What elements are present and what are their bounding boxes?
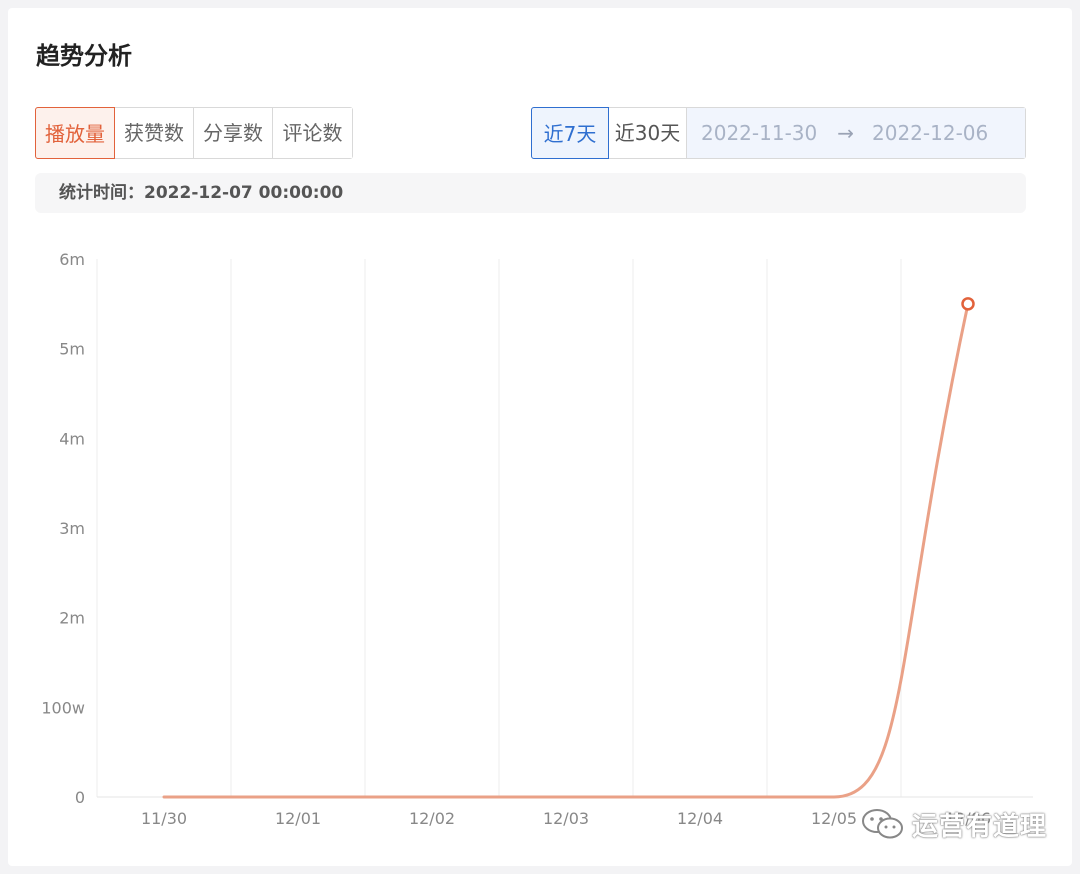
y-tick-label: 3m	[59, 519, 85, 538]
trend-line-chart: 0 100w 2m 3m 4m 5m 6m 11/30 12/01 12/02 12/03 12/04…	[41, 250, 1033, 828]
y-tick-label: 4m	[59, 429, 85, 448]
x-tick-label: 12/05	[811, 809, 857, 828]
data-point	[961, 297, 975, 311]
y-tick-label: 100w	[41, 698, 85, 717]
y-tick-label: 6m	[59, 250, 85, 269]
x-tick-label: 12/01	[275, 809, 321, 828]
y-tick-label: 0	[75, 788, 85, 807]
y-tick-label: 5m	[59, 340, 85, 359]
series-line	[162, 302, 970, 799]
x-tick-label: 12/04	[677, 809, 723, 828]
y-tick-label: 2m	[59, 609, 85, 628]
wechat-icon	[862, 809, 903, 839]
watermark-text: 运营有道理	[912, 811, 1048, 842]
x-tick-label: 12/03	[543, 809, 589, 828]
x-tick-label: 12/02	[409, 809, 455, 828]
watermark: 运营有道理	[860, 804, 1047, 844]
x-tick-label: 11/30	[141, 809, 187, 828]
